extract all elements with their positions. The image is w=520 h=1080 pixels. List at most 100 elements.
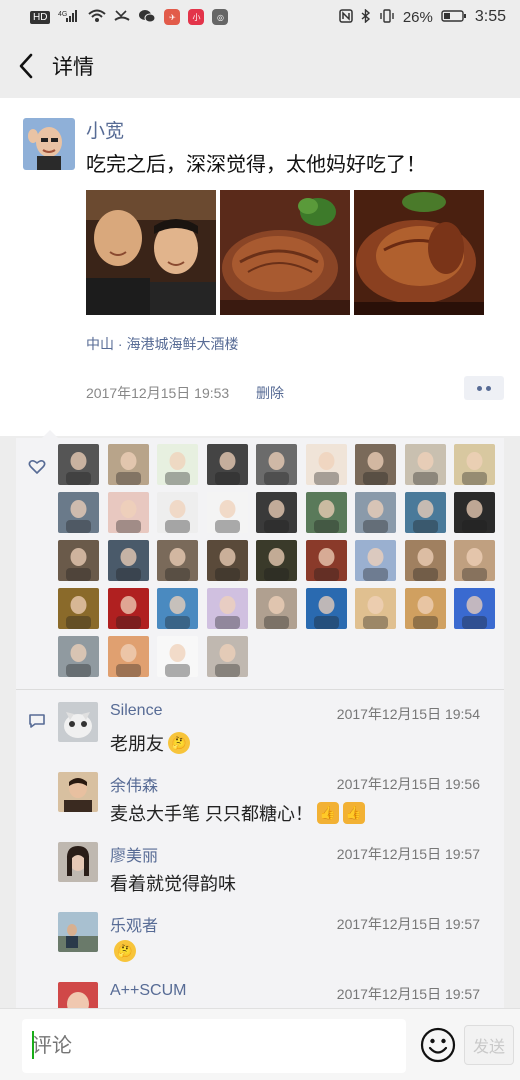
missed-call-icon (114, 9, 131, 26)
delete-button[interactable]: 删除 (256, 383, 284, 403)
comment-time: 2017年12月15日 19:57 (336, 846, 480, 862)
commenter-name[interactable]: 余伟森 (110, 772, 158, 796)
interaction-panel: Silence 2017年12月15日 19:54 老朋友 🤔 余伟森 2017年… (16, 430, 504, 1008)
liker-avatar[interactable] (107, 540, 149, 581)
comment-text: 麦总大手笔 只只都糖心！ 👍 👍 (110, 800, 365, 826)
liker-avatar[interactable] (58, 540, 99, 581)
liker-avatar[interactable] (305, 492, 347, 533)
thumbs-up-icon: 👍 (317, 802, 339, 824)
thinking-emoji-icon: 🤔 (114, 940, 136, 962)
commenter-name[interactable]: 廖美丽 (110, 842, 158, 866)
nav-header: 详情 (0, 34, 520, 98)
liker-avatar[interactable] (355, 492, 396, 533)
comment-item[interactable]: A++SCUM 2017年12月15日 19:57 (58, 982, 498, 1008)
back-button[interactable] (0, 34, 52, 98)
chevron-left-icon (19, 53, 33, 79)
commenter-name[interactable]: A++SCUM (110, 982, 186, 1000)
camera-app-icon: ◎ (212, 9, 229, 25)
liker-avatar[interactable] (454, 492, 495, 533)
panel-pointer (42, 430, 58, 438)
liker-avatar[interactable] (157, 540, 198, 581)
comment-time: 2017年12月15日 19:57 (336, 986, 480, 1002)
comment-item[interactable]: 廖美丽 2017年12月15日 19:57 看着就觉得韵味 (58, 842, 498, 908)
commenter-name[interactable]: Silence (110, 702, 162, 720)
liker-avatar[interactable] (107, 588, 149, 629)
liker-avatar[interactable] (58, 492, 99, 533)
comment-input[interactable] (22, 1019, 406, 1073)
liker-avatar[interactable] (454, 588, 495, 629)
author-name[interactable]: 小宽 (86, 116, 124, 143)
comment-text: 🤔 (110, 940, 136, 962)
liker-avatar[interactable] (355, 444, 396, 485)
liker-avatar[interactable] (256, 588, 297, 629)
photo-abalone-1[interactable] (220, 190, 350, 315)
more-actions-button[interactable] (464, 376, 504, 400)
clock: 3:55 (474, 8, 506, 25)
photo-abalone-2[interactable] (354, 190, 484, 315)
liker-avatar[interactable] (404, 492, 446, 533)
liker-avatar[interactable] (305, 588, 347, 629)
liker-avatar[interactable] (404, 444, 446, 485)
wechat-icon (138, 9, 156, 26)
moment-post: 小宽 吃完之后，深深觉得，太他妈好吃了！ 中山 · 海港城海鲜大酒楼 2017年… (0, 98, 520, 436)
liker-avatar[interactable] (355, 588, 396, 629)
liker-avatar[interactable] (157, 588, 198, 629)
text-caret (32, 1031, 34, 1059)
divider (16, 689, 504, 690)
thinking-emoji-icon: 🤔 (168, 732, 190, 754)
commenter-name[interactable]: 乐观者 (110, 912, 158, 936)
liker-avatar[interactable] (58, 588, 99, 629)
bluetooth-icon (361, 7, 371, 26)
liker-avatar[interactable] (305, 540, 347, 581)
battery-percent: 26% (402, 8, 433, 26)
commenter-avatar[interactable] (58, 912, 98, 952)
thumbs-up-icon: 👍 (343, 802, 365, 824)
commenter-avatar[interactable] (58, 842, 98, 882)
vibrate-icon (379, 8, 395, 26)
comment-time: 2017年12月15日 19:54 (336, 706, 480, 722)
comment-item[interactable]: 乐观者 2017年12月15日 19:57 🤔 (58, 912, 498, 978)
liker-avatar[interactable] (355, 540, 396, 581)
liker-avatar[interactable] (107, 492, 149, 533)
svg-text:4G: 4G (58, 11, 67, 18)
dot-icon (477, 385, 482, 391)
liker-avatar[interactable] (256, 492, 297, 533)
liker-avatar[interactable] (454, 540, 495, 581)
app-notification-icon: ✈ (164, 9, 181, 25)
liker-avatar[interactable] (206, 492, 248, 533)
liker-avatar[interactable] (157, 636, 198, 677)
liker-avatar[interactable] (58, 636, 99, 677)
page-title: 详情 (52, 56, 94, 79)
liker-avatar[interactable] (305, 444, 347, 485)
nfc-icon (339, 8, 353, 26)
author-avatar[interactable] (23, 118, 75, 170)
liker-avatar[interactable] (58, 444, 99, 485)
liker-avatar[interactable] (256, 444, 297, 485)
comment-icon (29, 714, 45, 728)
liker-avatar[interactable] (206, 444, 248, 485)
liker-avatar[interactable] (206, 636, 248, 677)
liker-avatar[interactable] (404, 588, 446, 629)
photo-selfie[interactable] (86, 190, 216, 315)
location-link[interactable]: 中山 · 海港城海鲜大酒楼 (86, 334, 238, 354)
emoji-button[interactable] (420, 1027, 456, 1063)
liker-avatar[interactable] (206, 588, 248, 629)
liker-avatar[interactable] (454, 444, 495, 485)
commenter-avatar[interactable] (58, 772, 98, 812)
status-bar: HD 4G ✈ 小 ◎ 26% 3:55 (0, 0, 520, 34)
liker-avatar[interactable] (256, 540, 297, 581)
comment-item[interactable]: 余伟森 2017年12月15日 19:56 麦总大手笔 只只都糖心！ 👍 👍 (58, 772, 498, 838)
liker-avatar[interactable] (404, 540, 446, 581)
comment-time: 2017年12月15日 19:56 (336, 776, 480, 792)
liker-avatar[interactable] (206, 540, 248, 581)
liker-avatar[interactable] (107, 636, 149, 677)
send-button[interactable]: 发送 (464, 1025, 514, 1065)
liker-avatar[interactable] (157, 492, 198, 533)
post-text: 吃完之后，深深觉得，太他妈好吃了！ (86, 154, 426, 176)
commenter-avatar[interactable] (58, 982, 98, 1008)
liker-avatar[interactable] (157, 444, 198, 485)
comment-item[interactable]: Silence 2017年12月15日 19:54 老朋友 🤔 (58, 702, 498, 768)
post-timestamp: 2017年12月15日 19:53 (86, 385, 230, 401)
commenter-avatar[interactable] (58, 702, 98, 742)
liker-avatar[interactable] (107, 444, 149, 485)
